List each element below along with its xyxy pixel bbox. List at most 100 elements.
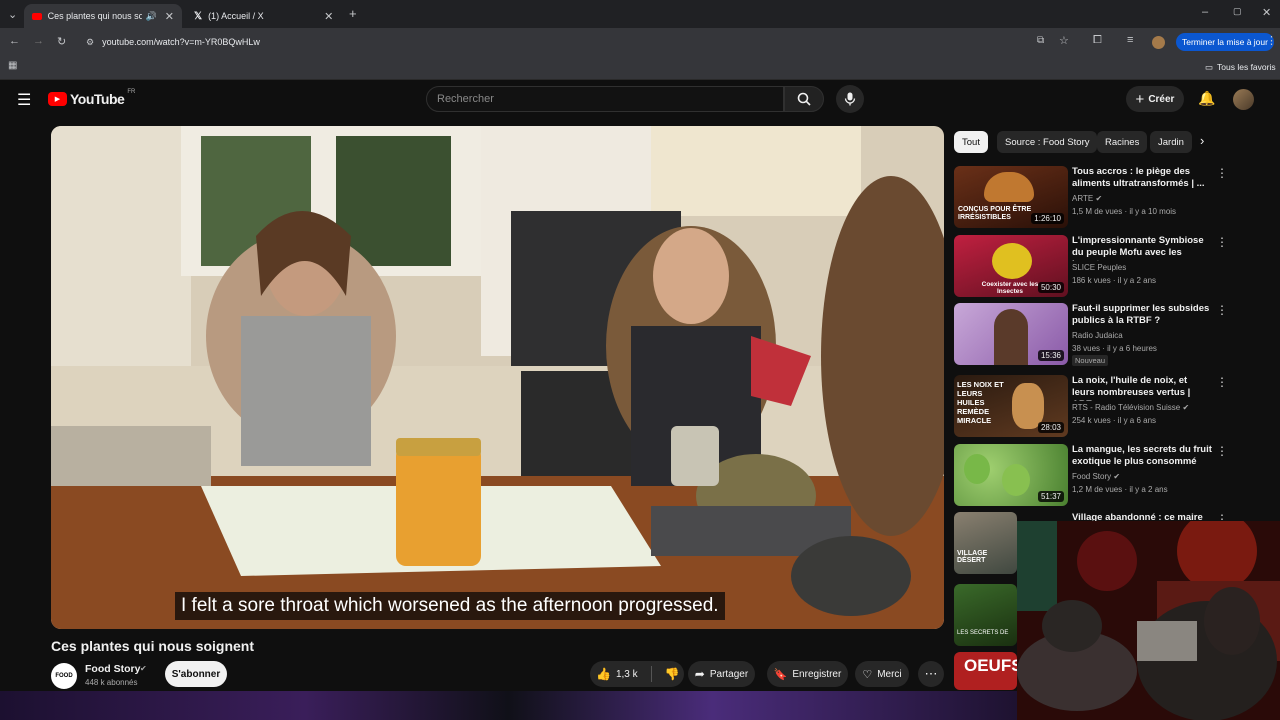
burger-image [984,172,1034,202]
recommendation-item[interactable]: LES NOIX ET LEURS HUILES REMÈDE MIRACLE … [954,375,1229,437]
chip-roots[interactable]: Racines [1097,131,1148,153]
recommendation-title[interactable]: Faut-il supprimer les subsides publics à… [1072,303,1212,329]
like-divider [650,666,652,682]
recommendation-title[interactable]: La noix, l'huile de noix, et leurs nombr… [1072,375,1212,401]
menu-kebab-icon[interactable]: ⋮ [1266,34,1277,47]
hamburger-menu-icon[interactable]: ☰ [17,90,31,110]
tab-close-icon[interactable]: ✕ [165,10,174,23]
tab-search-icon[interactable]: ⌄ [8,8,17,21]
video-thumbnail[interactable]: OEUFS [954,652,1017,690]
more-options-icon[interactable]: ⋮ [1216,444,1228,458]
recommendation-title[interactable]: L'impressionnante Symbiose du peuple Mof… [1072,235,1212,261]
bookmark-icon: 🔖 [773,668,788,681]
video-thumbnail[interactable]: LES SECRETS DE [954,584,1017,646]
video-thumbnail[interactable]: VILLAGE DÉSERT [954,512,1017,574]
thumbnail-text: LES NOIX ET LEURS HUILES REMÈDE MIRACLE [957,380,1004,425]
channel-avatar[interactable]: FOOD [51,663,77,689]
more-options-icon[interactable]: ⋮ [1216,235,1228,249]
video-player[interactable] [51,126,944,629]
notifications-bell-icon[interactable]: 🔔 [1198,90,1215,107]
create-label: Créer [1148,93,1175,105]
recommendation-channel: ARTE ✔ [1072,194,1103,203]
recommendation-item[interactable]: Coexister avec les Insectes 50:30 L'impr… [954,235,1229,297]
extensions-icon[interactable]: ⧠ [1093,34,1102,47]
minimize-icon[interactable]: – [1202,6,1208,18]
recommendation-meta: 1,2 M de vues · il y a 2 ans [1072,485,1168,494]
reload-icon[interactable]: ↻ [57,35,66,48]
video-thumbnail[interactable]: Coexister avec les Insectes 50:30 [954,235,1068,297]
recommendation-title[interactable]: La mangue, les secrets du fruit exotique… [1072,444,1212,470]
all-bookmarks-button[interactable]: ▭ Tous les favoris [1205,62,1276,73]
recommendation-item[interactable]: CONÇUS POUR ÊTRE IRRÉSISTIBLES 1:26:10 T… [954,166,1229,228]
install-app-icon[interactable]: ⧉ [1037,35,1044,46]
url-text: youtube.com/watch?v=m-YR0BQwHLw [102,37,260,47]
create-button[interactable]: + Créer [1126,86,1184,112]
insect-image [992,243,1032,279]
more-options-icon[interactable]: ⋮ [1216,375,1228,389]
chip-garden[interactable]: Jardin [1150,131,1192,153]
video-thumbnail[interactable]: 15:36 [954,303,1068,365]
chips-next-arrow-icon[interactable]: › [1200,133,1204,148]
site-info-icon[interactable]: ⚙ [86,37,94,48]
tab-close-icon[interactable]: ✕ [324,10,333,23]
tab-x[interactable]: 𝕏 (1) Accueil / X ✕ [186,4,342,28]
verified-icon: ✔ [140,664,147,673]
reading-list-icon[interactable]: ≡ [1127,34,1133,46]
save-label: Enregistrer [792,668,842,680]
address-bar[interactable]: ⚙ youtube.com/watch?v=m-YR0BQwHLw [80,31,1080,53]
bookmark-star-icon[interactable]: ☆ [1059,34,1069,47]
recommendation-channel: Radio Judaica [1072,331,1123,340]
video-frame [51,126,944,629]
channel-name[interactable]: Food Story [85,663,140,675]
recommendation-item[interactable]: 51:37 La mangue, les secrets du fruit ex… [954,444,1229,506]
account-avatar[interactable] [1233,89,1254,110]
more-actions-button[interactable]: ⋯ [918,661,944,687]
more-options-icon[interactable]: ⋮ [1216,166,1228,180]
like-count: 1,3 k [615,668,638,680]
chip-source[interactable]: Source : Food Story [997,131,1098,153]
thumbnail-text: Coexister avec les Insectes [981,281,1039,295]
plus-icon: + [1135,90,1145,108]
more-options-icon[interactable]: ⋮ [1216,303,1228,317]
search-button[interactable] [784,86,824,112]
video-thumbnail[interactable]: LES NOIX ET LEURS HUILES REMÈDE MIRACLE … [954,375,1068,437]
person-image [994,309,1028,365]
browser-tab-bar: ⌄ Ces plantes qui nous soignent 🔊 ✕ 𝕏 (1… [0,0,1280,28]
dislike-button[interactable]: 👎 [665,667,680,681]
subscriber-count: 448 k abonnés [85,678,138,687]
like-button[interactable]: 👍 1,3 k [596,667,638,681]
voice-search-button[interactable] [836,85,864,113]
recommendation-item[interactable]: 15:36 Faut-il supprimer les subsides pub… [954,303,1229,366]
youtube-header: ☰ ▶ YouTube FR Rechercher + Créer 🔔 [0,80,1280,120]
save-button[interactable]: 🔖 Enregistrer [767,661,848,687]
audio-playing-icon[interactable]: 🔊 [146,11,157,22]
thumbs-down-icon: 👎 [664,667,680,681]
recommendation-channel: RTS - Radio Télévision Suisse ✔ [1072,403,1190,412]
apps-grid-icon[interactable]: ▦ [8,60,17,71]
mango-image [964,454,990,484]
video-thumbnail[interactable]: CONÇUS POUR ÊTRE IRRÉSISTIBLES 1:26:10 [954,166,1068,228]
youtube-logo[interactable]: ▶ YouTube FR [48,89,135,107]
close-window-icon[interactable]: ✕ [1262,6,1271,19]
tab-title: Ces plantes qui nous soignent [47,11,142,21]
all-bookmarks-label: Tous les favoris [1217,62,1276,72]
logo-text: YouTube [70,91,125,107]
forward-icon[interactable]: → [33,35,44,47]
search-input[interactable]: Rechercher [426,86,784,112]
recommendation-meta: 38 vues · il y a 6 heures [1072,344,1157,353]
video-thumbnail[interactable]: 51:37 [954,444,1068,506]
profile-avatar[interactable] [1152,36,1165,49]
chip-all[interactable]: Tout [954,131,988,153]
update-button[interactable]: Terminer la mise à jour [1176,33,1274,51]
recommendation-meta: 186 k vues · il y a 2 ans [1072,276,1157,285]
tab-youtube[interactable]: Ces plantes qui nous soignent 🔊 ✕ [24,4,182,28]
new-tab-icon[interactable]: + [349,6,357,21]
share-button[interactable]: ➦ Partager [688,661,755,687]
verified-icon: ✔ [1182,403,1190,412]
recommendation-title[interactable]: Tous accros : le piège des aliments ultr… [1072,166,1212,192]
subscribe-button[interactable]: S'abonner [165,661,227,687]
maximize-icon[interactable]: ▢ [1233,6,1242,17]
back-icon[interactable]: ← [9,35,20,47]
mango-image [1002,464,1030,496]
thanks-button[interactable]: ♡ Merci [855,661,909,687]
